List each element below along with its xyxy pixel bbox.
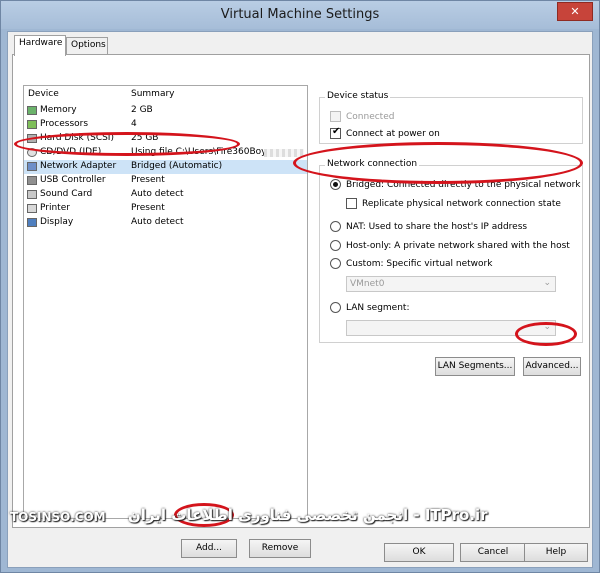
network-connection-group: Network connection Bridged: Connected di… (319, 159, 583, 343)
lan-segment-label: LAN segment: (346, 303, 410, 313)
radio-dot-icon (333, 182, 338, 187)
printer-icon (27, 204, 37, 213)
checkmark-icon: ✔ (332, 126, 341, 137)
lan-segment-radio[interactable] (330, 302, 341, 313)
vm-settings-window: Virtual Machine Settings ✕ Hardware Opti… (0, 0, 600, 573)
display-icon (27, 218, 37, 227)
close-button[interactable]: ✕ (557, 2, 593, 21)
help-button[interactable]: Help (524, 543, 588, 562)
blurred-path (264, 149, 304, 157)
device-summary: Auto detect (131, 189, 184, 199)
connected-label: Connected (346, 112, 395, 122)
annotation-ellipse-advanced (515, 322, 577, 346)
replicate-state-checkbox[interactable] (346, 198, 357, 209)
device-row-processors[interactable]: Processors 4 (24, 118, 307, 132)
custom-network-value: VMnet0 (350, 279, 385, 289)
annotation-ellipse-network-adapter (14, 132, 240, 156)
memory-icon (27, 106, 37, 115)
remove-button[interactable]: Remove (249, 539, 311, 558)
nat-label: NAT: Used to share the host's IP address (346, 222, 528, 232)
custom-network-select[interactable]: VMnet0 ⌄ (346, 276, 556, 292)
device-summary: Present (131, 175, 165, 185)
device-summary: Auto detect (131, 217, 184, 227)
advanced-button[interactable]: Advanced... (523, 357, 581, 376)
device-name: Processors (40, 119, 89, 129)
host-only-radio[interactable] (330, 240, 341, 251)
device-list-header: Device Summary (24, 86, 307, 102)
device-row-sound-card[interactable]: Sound Card Auto detect (24, 188, 307, 202)
device-row-memory[interactable]: Memory 2 GB (24, 104, 307, 118)
header-summary[interactable]: Summary (131, 89, 175, 99)
watermark-right: انجمن تخصصی فناوری اطلاعات ایران - ITPro… (128, 506, 488, 524)
add-button[interactable]: Add... (181, 539, 237, 558)
chevron-down-icon: ⌄ (543, 278, 551, 288)
title-bar[interactable]: Virtual Machine Settings ✕ (1, 1, 599, 29)
header-device[interactable]: Device (28, 89, 59, 99)
device-status-group: Device status Connected ✔ Connect at pow… (319, 91, 583, 144)
connect-at-power-on-checkbox[interactable]: ✔ (330, 126, 341, 139)
cancel-button[interactable]: Cancel (460, 543, 526, 562)
ok-button[interactable]: OK (384, 543, 454, 562)
tab-hardware[interactable]: Hardware (14, 35, 66, 56)
device-name: Memory (40, 105, 77, 115)
bridged-radio[interactable] (330, 179, 341, 190)
device-row-printer[interactable]: Printer Present (24, 202, 307, 216)
hardware-panel: Device Summary Memory 2 GB Processors 4 … (12, 54, 590, 558)
custom-radio[interactable] (330, 258, 341, 269)
usb-icon (27, 176, 37, 185)
device-row-network-adapter[interactable]: Network Adapter Bridged (Automatic) (24, 160, 307, 174)
watermark-left: TOSINSO.COM (10, 510, 106, 524)
custom-label: Custom: Specific virtual network (346, 259, 493, 269)
lan-segments-button[interactable]: LAN Segments... (435, 357, 515, 376)
device-row-usb-controller[interactable]: USB Controller Present (24, 174, 307, 188)
device-name: Printer (40, 203, 70, 213)
device-name: Display (40, 217, 74, 227)
dialog-client: Hardware Options Device Summary Memory 2… (7, 31, 593, 568)
nat-radio[interactable] (330, 221, 341, 232)
window-title: Virtual Machine Settings (220, 7, 380, 22)
device-summary: Present (131, 203, 165, 213)
network-adapter-icon (27, 162, 37, 171)
device-summary: 4 (131, 119, 137, 129)
connected-checkbox[interactable] (330, 111, 341, 122)
replicate-state-label: Replicate physical network connection st… (362, 199, 561, 209)
sound-card-icon (27, 190, 37, 199)
host-only-label: Host-only: A private network shared with… (346, 241, 570, 251)
device-name: USB Controller (40, 175, 106, 185)
device-name: Sound Card (40, 189, 93, 199)
annotation-ellipse-bridged (293, 142, 583, 184)
tab-options[interactable]: Options (66, 37, 108, 55)
connect-at-power-on-label: Connect at power on (346, 129, 440, 139)
device-summary: Bridged (Automatic) (131, 161, 223, 171)
device-name: Network Adapter (40, 161, 117, 171)
processor-icon (27, 120, 37, 129)
device-row-display[interactable]: Display Auto detect (24, 216, 307, 230)
device-status-title: Device status (325, 91, 391, 101)
device-summary: 2 GB (131, 105, 153, 115)
